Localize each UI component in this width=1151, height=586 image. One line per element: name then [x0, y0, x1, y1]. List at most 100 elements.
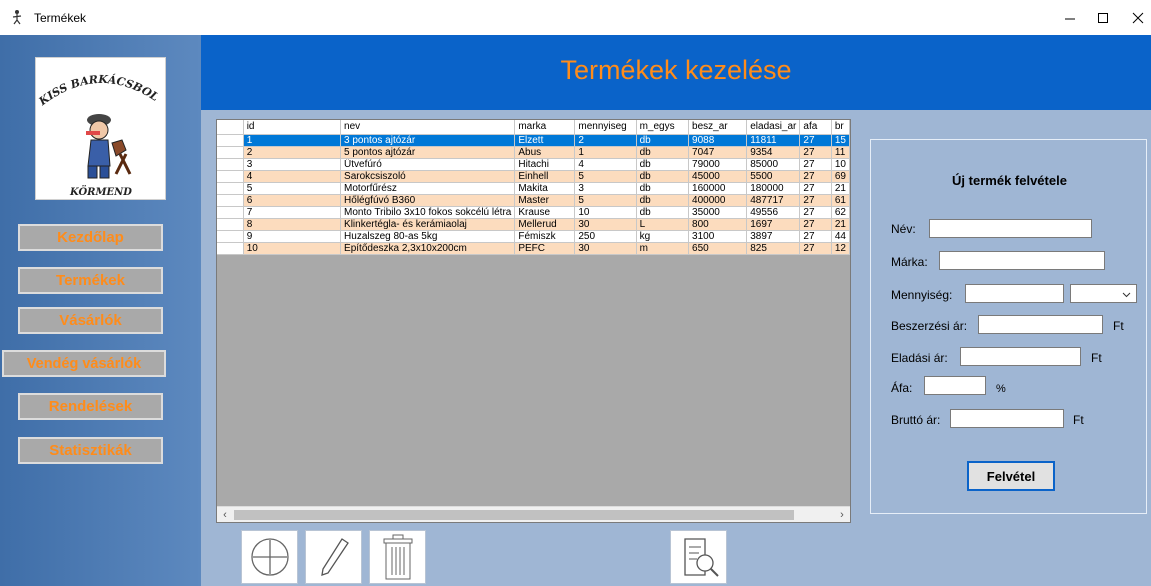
- row-selector[interactable]: [217, 206, 244, 219]
- table-cell[interactable]: 27: [799, 146, 832, 159]
- nav-termekek-button[interactable]: Termékek: [18, 267, 163, 294]
- table-cell[interactable]: 69: [831, 170, 850, 183]
- table-cell[interactable]: 62: [831, 206, 850, 219]
- table-cell[interactable]: Építődeszka 2,3x10x200cm: [340, 242, 516, 255]
- table-cell[interactable]: 2: [574, 134, 637, 147]
- buy-price-input[interactable]: [978, 315, 1103, 334]
- table-cell[interactable]: 27: [799, 170, 832, 183]
- table-cell[interactable]: 4: [243, 170, 342, 183]
- nav-statisztikak-button[interactable]: Statisztikák: [18, 437, 163, 464]
- table-cell[interactable]: Fémiszk: [514, 230, 576, 243]
- table-row[interactable]: 25 pontos ajtózár Abus 1 db 7047 9354 27 11: [217, 146, 850, 159]
- table-cell[interactable]: Elzett: [514, 134, 576, 147]
- table-row[interactable]: 9 Huzalszeg 80-as 5kg Fémiszk 250 kg 3100 3897…: [217, 230, 850, 243]
- column-header[interactable]: besz_ar: [688, 120, 748, 135]
- table-cell[interactable]: db: [636, 158, 690, 171]
- table-cell[interactable]: 11: [831, 146, 850, 159]
- table-cell[interactable]: 27: [799, 158, 832, 171]
- row-selector[interactable]: [217, 230, 244, 243]
- add-product-submit-button[interactable]: Felvétel: [967, 461, 1055, 491]
- table-cell[interactable]: Ütvefúró: [340, 158, 516, 171]
- nav-rendelesek-button[interactable]: Rendelések: [18, 393, 163, 420]
- table-row[interactable]: 6 Hőlégfúvó B360 Master 5 db 400000 487717 27 61: [217, 194, 850, 207]
- table-cell[interactable]: 27: [799, 242, 832, 255]
- table-cell[interactable]: 650: [688, 242, 748, 255]
- table-cell[interactable]: 27: [799, 218, 832, 231]
- nav-vasarlok-button[interactable]: Vásárlók: [18, 307, 163, 334]
- table-cell[interactable]: 250: [574, 230, 637, 243]
- scroll-left-icon[interactable]: ‹: [217, 508, 233, 522]
- table-cell[interactable]: 44: [831, 230, 850, 243]
- table-cell[interactable]: 9354: [746, 146, 801, 159]
- table-row[interactable]: 10 Építődeszka 2,3x10x200cm PEFC 30 m 650 825 2…: [217, 242, 850, 255]
- table-cell[interactable]: 6: [243, 194, 342, 207]
- table-cell[interactable]: 5500: [746, 170, 801, 183]
- table-cell[interactable]: 800: [688, 218, 748, 231]
- table-row[interactable]: 3 Ütvefúró Hitachi 4 db 79000 85000 27 10: [217, 158, 850, 171]
- table-cell[interactable]: 3100: [688, 230, 748, 243]
- table-cell[interactable]: 10: [831, 158, 850, 171]
- table-cell[interactable]: 27: [799, 194, 832, 207]
- table-cell[interactable]: db: [636, 170, 690, 183]
- table-cell[interactable]: 21: [831, 218, 850, 231]
- table-row[interactable]: ▷ 1 3 pontos ajtózár Elzett 2 db 9088 11811 27 15: [217, 134, 850, 147]
- table-cell[interactable]: 49556: [746, 206, 801, 219]
- unit-select[interactable]: [1070, 284, 1137, 303]
- table-cell[interactable]: 825: [746, 242, 801, 255]
- table-cell[interactable]: 35000: [688, 206, 748, 219]
- table-row[interactable]: 5 Motorfűrész Makita 3 db 160000 180000 27 21: [217, 182, 850, 195]
- table-cell[interactable]: db: [636, 146, 690, 159]
- column-header[interactable]: id: [243, 120, 342, 135]
- row-selector[interactable]: ▷: [217, 134, 244, 147]
- horizontal-scrollbar[interactable]: ‹ ›: [217, 506, 850, 522]
- table-cell[interactable]: L: [636, 218, 690, 231]
- table-cell[interactable]: db: [636, 206, 690, 219]
- table-cell[interactable]: 3: [243, 158, 342, 171]
- add-product-button[interactable]: [241, 530, 298, 584]
- table-cell[interactable]: 45000: [688, 170, 748, 183]
- table-cell[interactable]: 27: [799, 230, 832, 243]
- table-cell[interactable]: 30: [574, 242, 637, 255]
- table-cell[interactable]: 85000: [746, 158, 801, 171]
- table-cell[interactable]: db: [636, 182, 690, 195]
- table-cell[interactable]: 27: [799, 206, 832, 219]
- table-cell[interactable]: db: [636, 134, 690, 147]
- table-cell[interactable]: 180000: [746, 182, 801, 195]
- row-selector[interactable]: [217, 242, 244, 255]
- table-cell[interactable]: 30: [574, 218, 637, 231]
- table-row[interactable]: 7 Monto Tribilo 3x10 fokos sokcélú létra K…: [217, 206, 850, 219]
- table-cell[interactable]: 61: [831, 194, 850, 207]
- table-cell[interactable]: 12: [831, 242, 850, 255]
- table-cell[interactable]: 4: [574, 158, 637, 171]
- table-cell[interactable]: Einhell: [514, 170, 576, 183]
- column-header[interactable]: m_egys: [636, 120, 690, 135]
- table-cell[interactable]: 5 pontos ajtózár: [340, 146, 516, 159]
- table-cell[interactable]: PEFC: [514, 242, 576, 255]
- table-cell[interactable]: Makita: [514, 182, 576, 195]
- table-cell[interactable]: 7: [243, 206, 342, 219]
- table-cell[interactable]: Klinkertégla- és kerámiaolaj: [340, 218, 516, 231]
- maximize-button[interactable]: [1083, 6, 1123, 30]
- search-product-button[interactable]: [670, 530, 727, 584]
- table-cell[interactable]: 9088: [688, 134, 748, 147]
- column-header[interactable]: br: [831, 120, 850, 135]
- table-cell[interactable]: 10: [574, 206, 637, 219]
- row-selector[interactable]: [217, 194, 244, 207]
- table-cell[interactable]: 5: [243, 182, 342, 195]
- table-cell[interactable]: 21: [831, 182, 850, 195]
- row-selector[interactable]: [217, 158, 244, 171]
- table-cell[interactable]: Mellerud: [514, 218, 576, 231]
- table-cell[interactable]: 1: [243, 134, 342, 147]
- edit-product-button[interactable]: [305, 530, 362, 584]
- table-cell[interactable]: 1: [574, 146, 637, 159]
- close-button[interactable]: [1118, 6, 1151, 30]
- table-cell[interactable]: 8: [243, 218, 342, 231]
- scrollbar-thumb[interactable]: [234, 510, 794, 520]
- products-grid[interactable]: id nev marka mennyiseg m_egys besz_ar eladasi_…: [216, 119, 851, 523]
- table-cell[interactable]: 487717: [746, 194, 801, 207]
- name-input[interactable]: [929, 219, 1092, 238]
- gross-price-input[interactable]: [950, 409, 1064, 428]
- row-selector[interactable]: [217, 146, 244, 159]
- table-cell[interactable]: 79000: [688, 158, 748, 171]
- table-cell[interactable]: 3: [574, 182, 637, 195]
